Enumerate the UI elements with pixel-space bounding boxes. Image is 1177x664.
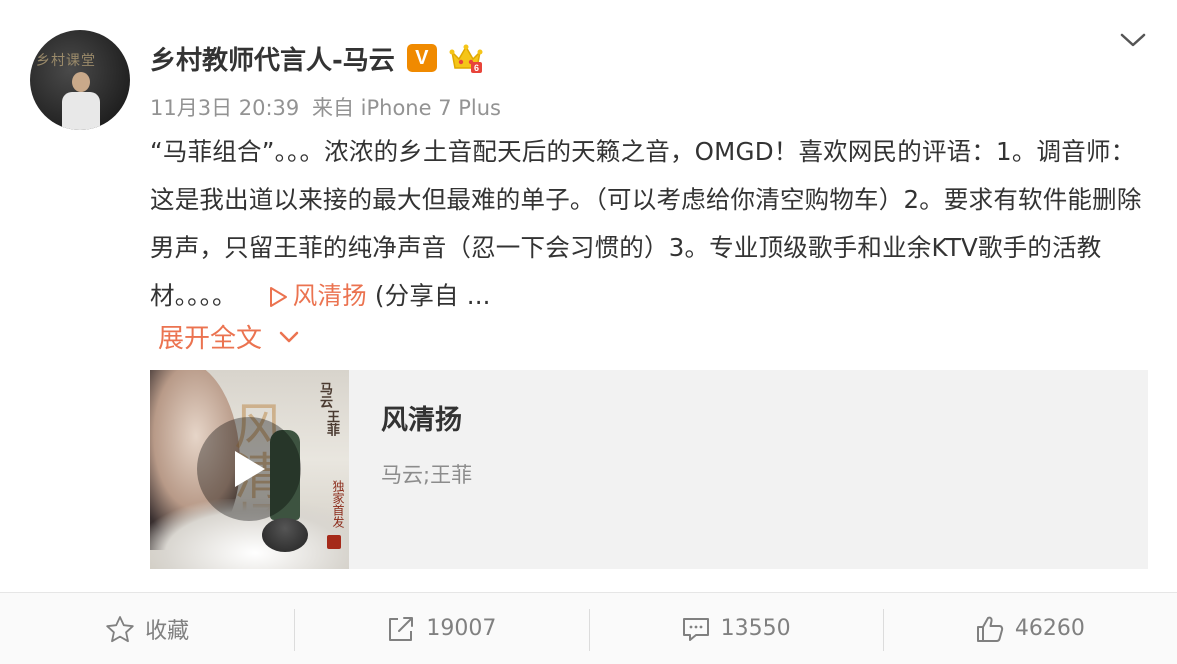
star-icon [106, 615, 134, 642]
music-link-label: 风清扬 [292, 281, 367, 310]
user-name[interactable]: 乡村教师代言人-马云 [150, 40, 395, 77]
avatar-person-head [72, 72, 90, 92]
cover-artist-2: 王菲 [324, 410, 339, 436]
cover-stones [262, 518, 308, 552]
repost-count: 19007 [426, 616, 497, 641]
expand-full-text-button[interactable]: 展开全文 [158, 318, 300, 355]
repost-button[interactable]: 19007 [294, 593, 588, 664]
favorite-label: 收藏 [145, 618, 190, 644]
post-time[interactable]: 11月3日 20:39 [150, 96, 299, 120]
avatar-banner-text: 乡村课堂 [36, 53, 96, 69]
chevron-down-icon [278, 322, 300, 352]
action-bar: 收藏 19007 13550 46260 [0, 592, 1177, 664]
avatar-person-body [62, 92, 100, 130]
post-source: 来自 iPhone 7 Plus [311, 96, 501, 120]
play-icon [235, 451, 265, 487]
favorite-button[interactable]: 收藏 [0, 593, 294, 664]
like-button[interactable]: 46260 [882, 593, 1177, 664]
play-button[interactable] [197, 417, 301, 521]
post-meta: 11月3日 20:39 来自 iPhone 7 Plus [150, 92, 507, 122]
cover-artist-1: 马云 [317, 382, 332, 408]
post-header: 乡村教师代言人-马云 V 6 [150, 40, 483, 76]
verified-v-icon[interactable]: V [406, 44, 437, 72]
crown-icon[interactable]: 6 [449, 42, 483, 74]
music-title: 风清扬 [381, 405, 462, 436]
album-cover: 风清扬 马云 王菲 独家首发 [150, 370, 349, 569]
post-text: “马菲组合”。。。浓浓的乡土音配天后的天籁之音，OMGD！喜欢网民的评语：1。调… [150, 128, 1150, 320]
play-outline-icon [267, 287, 287, 307]
music-card-info: 风清扬 马云;王菲 [349, 370, 472, 569]
expand-label: 展开全文 [158, 324, 263, 354]
post-menu-chevron-down-icon[interactable] [1119, 28, 1147, 52]
like-count: 46260 [1014, 616, 1085, 641]
svg-text:6: 6 [474, 63, 479, 73]
avatar[interactable]: 乡村课堂 [30, 30, 130, 130]
music-card[interactable]: 风清扬 马云 王菲 独家首发 风清扬 马云;王菲 [150, 370, 1148, 569]
music-artists: 马云;王菲 [381, 463, 473, 487]
comment-count: 13550 [720, 616, 791, 641]
share-suffix: (分享自 ... [374, 281, 491, 310]
thumbs-up-icon [976, 616, 1003, 642]
cover-exclusive: 独家首发 [331, 480, 345, 528]
share-icon [389, 616, 414, 641]
comment-button[interactable]: 13550 [588, 593, 883, 664]
cover-seal [327, 535, 341, 549]
comment-icon [682, 617, 709, 641]
music-link[interactable]: 风清扬 [267, 281, 367, 310]
